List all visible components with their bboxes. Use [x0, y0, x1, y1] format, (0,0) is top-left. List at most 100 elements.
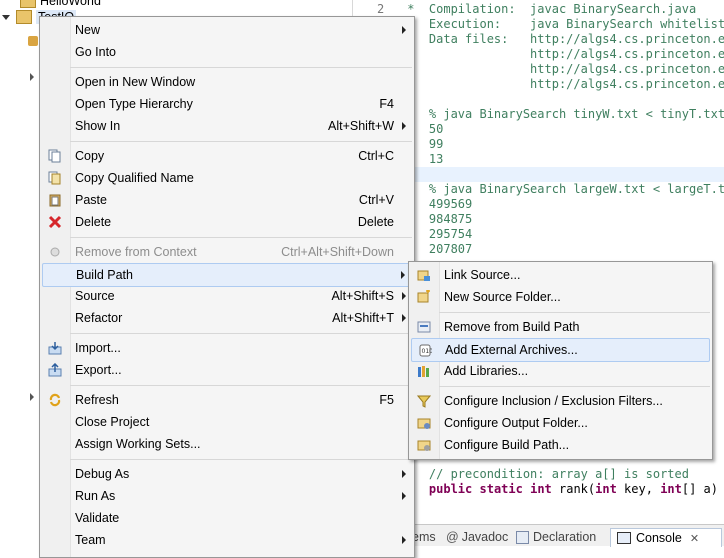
tab-label: Javadoc [461, 530, 509, 544]
tab-label: Console [636, 531, 682, 545]
menu-item-copy-qualified-name[interactable]: Copy Qualified Name [42, 167, 412, 189]
project-icon [16, 10, 32, 24]
new-source-folder-icon [417, 289, 431, 304]
menu-separator [70, 67, 412, 68]
code-text: public static int rank(int key, int[] a)… [428, 482, 718, 496]
menu-item-remove-from-context: Remove from Context Ctrl+Alt+Shift+Down [42, 241, 412, 263]
tree-item-label: HelloWorld [40, 0, 101, 8]
menu-item-label: Link Source... [444, 268, 521, 282]
submenu-arrow-icon [401, 271, 405, 279]
bottom-tab-bar: ems @ Javadoc Declaration Console ✕ [412, 524, 724, 547]
library-icon [417, 364, 431, 378]
jar-icon: 010 [418, 343, 433, 357]
menu-item-configure-build-path[interactable]: Configure Build Path... [411, 434, 710, 456]
menu-item-show-in[interactable]: Show In Alt+Shift+W [42, 115, 412, 137]
menu-item-build-path[interactable]: Build Path [42, 263, 412, 287]
menu-item-refactor[interactable]: Refactor Alt+Shift+T [42, 307, 412, 329]
menu-item-shortcut: F5 [379, 393, 394, 407]
paste-icon [48, 193, 62, 207]
link-source-icon [417, 268, 431, 282]
menu-item-shortcut: Ctrl+Alt+Shift+Down [281, 245, 394, 259]
import-icon [48, 341, 62, 355]
export-icon [48, 362, 62, 377]
menu-item-add-libraries[interactable]: Add Libraries... [411, 360, 710, 382]
tab-label: Declaration [533, 530, 597, 544]
declaration-icon [516, 530, 529, 544]
menu-item-configure-output-folder[interactable]: Configure Output Folder... [411, 412, 710, 434]
line-number: 2 [377, 2, 385, 16]
code-text: * Data files: http://algs4.cs.princeton.… [407, 32, 724, 46]
tab-console[interactable]: Console ✕ [610, 528, 722, 547]
menu-item-assign-working-sets[interactable]: Assign Working Sets... [42, 433, 412, 455]
context-menu: New Go Into Open in New Window Open Type Hi… [39, 16, 415, 558]
menu-item-label: Source [75, 289, 115, 303]
menu-item-go-into[interactable]: Go Into [42, 41, 412, 63]
menu-item-remove-from-build-path[interactable]: Remove from Build Path [411, 316, 710, 338]
menu-item-team[interactable]: Team [42, 529, 412, 551]
code-text: * % java BinarySearch largeW.txt < large… [407, 182, 724, 196]
tab-problems[interactable]: ems [412, 528, 436, 546]
menu-item-label: Configure Output Folder... [444, 416, 588, 430]
submenu-arrow-icon [402, 314, 406, 322]
menu-item-label: Refactor [75, 311, 123, 325]
menu-separator [70, 237, 412, 238]
menu-item-label: Add Libraries... [444, 364, 529, 378]
menu-separator [439, 386, 710, 387]
menu-item-label: New Source Folder... [444, 290, 561, 304]
tab-javadoc[interactable]: @ Javadoc [446, 528, 508, 546]
menu-item-label: Remove from Context [75, 245, 197, 259]
expand-arrow-icon[interactable] [2, 14, 10, 20]
code-text: // precondition: array a[] is sorted [400, 467, 689, 481]
submenu-arrow-icon [402, 26, 406, 34]
remove-context-icon [48, 245, 62, 259]
tree-child-icon-1 [28, 32, 38, 50]
menu-item-validate[interactable]: Validate [42, 507, 412, 529]
svg-text:010: 010 [422, 348, 433, 355]
menu-item-refresh[interactable]: Refresh F5 [42, 389, 412, 411]
tree-expander-2[interactable] [30, 388, 34, 406]
menu-item-label: Delete [75, 215, 112, 229]
console-icon [617, 532, 631, 544]
menu-item-label: Debug As [75, 467, 130, 481]
close-icon[interactable]: ✕ [690, 532, 699, 545]
menu-item-shortcut: Ctrl+V [358, 193, 394, 207]
submenu-arrow-icon [402, 536, 406, 544]
menu-item-delete[interactable]: Delete Delete [42, 211, 412, 233]
menu-item-run-as[interactable]: Run As [42, 485, 412, 507]
delete-icon [48, 215, 62, 229]
submenu-arrow-icon [402, 122, 406, 130]
menu-item-new-source-folder[interactable]: New Source Folder... [411, 286, 710, 308]
menu-item-label: Configure Inclusion / Exclusion Filters.… [444, 394, 663, 408]
menu-item-shortcut: Alt+Shift+W [328, 119, 394, 133]
menu-item-label: Add External Archives... [445, 343, 578, 357]
code-text: * Compilation: javac BinarySearch.java [400, 2, 697, 16]
code-text: * % java BinarySearch tinyW.txt < tinyT.… [400, 107, 724, 121]
menu-item-close-project[interactable]: Close Project [42, 411, 412, 433]
menu-separator [70, 385, 412, 386]
menu-item-debug-as[interactable]: Debug As [42, 463, 412, 485]
menu-item-open-type-hierarchy[interactable]: Open Type Hierarchy F4 [42, 93, 412, 115]
menu-item-paste[interactable]: Paste Ctrl+V [42, 189, 412, 211]
menu-item-import[interactable]: Import... [42, 337, 412, 359]
menu-item-label: Build Path [76, 268, 133, 282]
tree-expander-1[interactable] [30, 68, 34, 86]
menu-item-link-source[interactable]: Link Source... [411, 264, 710, 286]
menu-item-new[interactable]: New [42, 19, 412, 41]
code-text: * Execution: java BinarySearch whitelist… [407, 17, 724, 31]
menu-separator [439, 312, 710, 313]
refresh-icon [48, 393, 62, 407]
menu-item-copy[interactable]: Copy Ctrl+C [42, 145, 412, 167]
menu-item-label: Import... [75, 341, 121, 355]
at-icon: @ [446, 530, 459, 544]
menu-item-open-in-new-window[interactable]: Open in New Window [42, 71, 412, 93]
menu-item-configure-inclusion-exclusion-filters[interactable]: Configure Inclusion / Exclusion Filters.… [411, 390, 710, 412]
menu-item-label: Show In [75, 119, 121, 133]
menu-item-label: Validate [75, 511, 120, 525]
menu-item-add-external-archives[interactable]: 010 Add External Archives... [411, 338, 710, 362]
build-path-icon [417, 438, 431, 452]
tab-declaration[interactable]: Declaration [516, 528, 596, 546]
menu-item-shortcut: Delete [357, 215, 394, 229]
submenu-arrow-icon [402, 470, 406, 478]
menu-item-source[interactable]: Source Alt+Shift+S [42, 285, 412, 307]
menu-item-export[interactable]: Export... [42, 359, 412, 381]
